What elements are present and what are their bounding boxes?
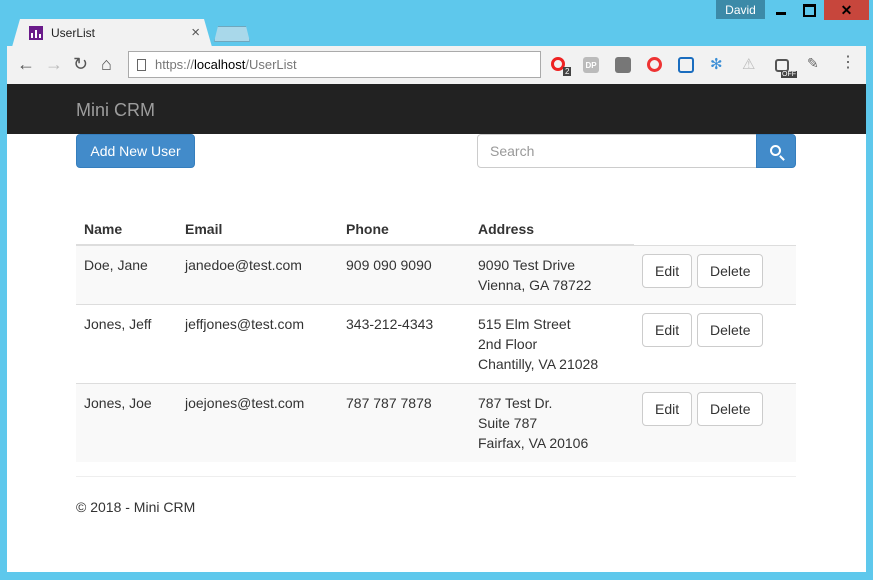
header-address: Address	[470, 210, 634, 246]
forward-arrow-icon[interactable]: →	[45, 55, 63, 73]
new-tab-button[interactable]	[214, 26, 250, 42]
cell-address: 787 Test Dr. Suite 787 Fairfax, VA 20106	[470, 383, 634, 462]
cell-email: joejones@test.com	[177, 383, 338, 462]
browser-tab[interactable]: UserList ×	[12, 19, 212, 47]
menu-dots-icon[interactable]: ⋮	[840, 55, 856, 71]
url-protocol: https://	[155, 57, 195, 72]
address-bar[interactable]: https://localhost/UserList	[128, 51, 541, 78]
cell-actions: Edit Delete	[634, 383, 796, 462]
window-titlebar: David ✕ UserList ×	[0, 0, 873, 47]
pdf-extension-icon[interactable]: ⚠	[742, 55, 758, 73]
edit-button[interactable]: Edit	[642, 392, 693, 426]
back-arrow-icon[interactable]: ←	[17, 55, 35, 73]
favicon-icon	[29, 26, 43, 40]
page-viewport: Mini CRM Add New User Name Email Phone A…	[7, 84, 866, 572]
red-circle-extension-icon[interactable]	[647, 57, 662, 72]
navbar: Mini CRM	[7, 84, 866, 134]
screenshot-extension-icon[interactable]	[678, 57, 694, 73]
brand-link[interactable]: Mini CRM	[76, 100, 155, 121]
close-window-button[interactable]: ✕	[824, 0, 869, 20]
tab-close-icon[interactable]: ×	[191, 24, 200, 41]
gray-extension-icon[interactable]	[615, 57, 631, 73]
cell-actions: Edit Delete	[634, 304, 796, 384]
table-row: Jones, Joe joejones@test.com 787 787 787…	[76, 383, 796, 462]
address-line: 9090 Test Drive	[478, 257, 576, 273]
address-line: 515 Elm Street	[478, 316, 571, 332]
dp-extension-icon[interactable]: DP	[583, 57, 599, 73]
delete-button[interactable]: Delete	[697, 313, 764, 347]
user-badge[interactable]: David	[716, 0, 765, 19]
header-actions	[634, 210, 796, 245]
cell-email: janedoe@test.com	[177, 244, 338, 305]
tab-title: UserList	[51, 26, 96, 40]
header-phone: Phone	[338, 210, 470, 246]
extension-off-badge: OFF	[781, 71, 797, 78]
add-new-user-button[interactable]: Add New User	[76, 134, 195, 168]
edit-button[interactable]: Edit	[642, 253, 693, 288]
cell-phone: 909 090 9090	[338, 244, 470, 305]
cell-actions: Edit Delete	[634, 244, 796, 305]
footer-divider	[76, 476, 796, 477]
table-row: Jones, Jeff jeffjones@test.com 343-212-4…	[76, 304, 796, 384]
home-icon[interactable]: ⌂	[101, 55, 112, 73]
cell-name: Jones, Jeff	[76, 304, 177, 384]
address-line: 787 Test Dr.	[478, 395, 553, 411]
cell-email: jeffjones@test.com	[177, 304, 338, 384]
page-icon	[137, 58, 146, 71]
address-line: Chantilly, VA 21028	[478, 356, 599, 372]
browser-toolbar: ← → ↻ ⌂ https://localhost/UserList 2 DP …	[7, 46, 866, 84]
users-table: Name Email Phone Address Doe, Jane janed…	[76, 210, 796, 462]
header-name: Name	[76, 210, 177, 246]
minimize-button[interactable]	[767, 0, 794, 20]
header-email: Email	[177, 210, 338, 246]
search-icon	[769, 144, 781, 156]
cell-name: Doe, Jane	[76, 244, 177, 305]
delete-button[interactable]: Delete	[697, 253, 764, 288]
address-line: Fairfax, VA 20106	[478, 435, 589, 451]
close-icon: ✕	[840, 1, 853, 18]
footer-text: © 2018 - Mini CRM	[76, 499, 196, 515]
table-row: Doe, Jane janedoe@test.com 909 090 9090 …	[76, 244, 796, 305]
cell-name: Jones, Joe	[76, 383, 177, 462]
edit-button[interactable]: Edit	[642, 313, 693, 347]
cell-address: 9090 Test Drive Vienna, GA 78722	[470, 244, 634, 305]
address-line: Suite 787	[478, 415, 538, 431]
url-host: localhost	[194, 57, 246, 72]
reload-icon[interactable]: ↻	[73, 55, 88, 73]
search-button[interactable]	[756, 134, 796, 168]
cell-phone: 787 787 7878	[338, 383, 470, 462]
maximize-button[interactable]	[796, 0, 823, 20]
url-path: /UserList	[245, 57, 297, 72]
snowflake-extension-icon[interactable]: ✻	[710, 55, 726, 73]
address-line: Vienna, GA 78722	[478, 277, 592, 293]
address-line: 2nd Floor	[478, 336, 538, 352]
extension-badge: 2	[563, 67, 572, 76]
delete-button[interactable]: Delete	[697, 392, 764, 426]
stamp-extension-icon[interactable]: ✎	[807, 55, 823, 71]
table-header-row: Name Email Phone Address	[76, 210, 796, 246]
cell-address: 515 Elm Street 2nd Floor Chantilly, VA 2…	[470, 304, 634, 384]
search-input[interactable]	[477, 134, 757, 168]
cell-phone: 343-212-4343	[338, 304, 470, 384]
